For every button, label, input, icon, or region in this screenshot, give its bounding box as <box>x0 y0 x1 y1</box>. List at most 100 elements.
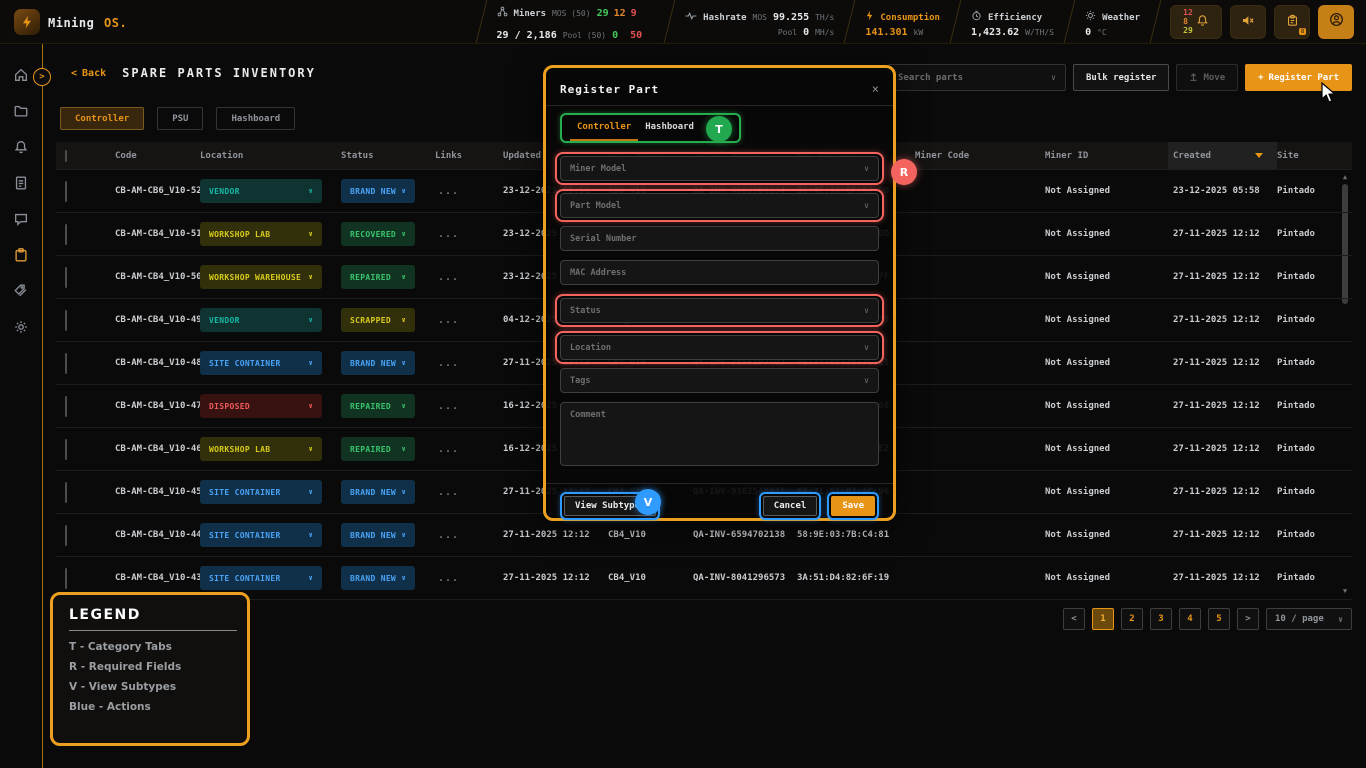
row-checkbox[interactable] <box>65 482 67 503</box>
legend-item: T - Category Tabs <box>69 641 231 653</box>
links-more-button[interactable]: ... <box>435 573 503 584</box>
serial-number: QA-INV-6594702138 <box>693 530 797 540</box>
miners-pool-value: 0 <box>612 30 618 41</box>
part-code: CB-AM-CB4_V10-50 <box>100 272 200 282</box>
back-button[interactable]: < Back <box>71 68 106 79</box>
tab-psu[interactable]: PSU <box>157 107 203 130</box>
select-all-checkbox[interactable] <box>65 150 67 162</box>
column-header-created-sorted[interactable]: Created <box>1168 142 1277 169</box>
account-button[interactable] <box>1318 5 1354 39</box>
row-checkbox[interactable] <box>65 439 67 460</box>
links-more-button[interactable]: ... <box>435 358 503 369</box>
sidebar-item-alerts[interactable] <box>8 134 34 160</box>
site-name: Pintado <box>1277 229 1352 239</box>
close-icon[interactable]: × <box>872 82 879 96</box>
page-button-3[interactable]: 3 <box>1150 608 1172 630</box>
location-select[interactable]: SITE CONTAINER∨ <box>200 523 322 547</box>
next-page-button[interactable]: > <box>1237 608 1259 630</box>
move-button[interactable]: Move <box>1176 64 1238 91</box>
location-select[interactable]: WORKSHOP WAREHOUSE∨ <box>200 265 322 289</box>
row-checkbox[interactable] <box>65 267 67 288</box>
register-part-button[interactable]: + Register Part <box>1245 64 1352 91</box>
serial-number-field[interactable]: Serial Number <box>560 226 879 251</box>
chevron-down-icon: ∨ <box>308 316 313 324</box>
location-field[interactable]: Location∨ <box>560 335 879 360</box>
links-more-button[interactable]: ... <box>435 186 503 197</box>
status-select[interactable]: BRAND NEW∨ <box>341 179 415 203</box>
tab-hashboard[interactable]: Hashboard <box>216 107 295 130</box>
sidebar-toggle-button[interactable]: > <box>33 68 51 86</box>
links-more-button[interactable]: ... <box>435 487 503 498</box>
bulk-register-button[interactable]: Bulk register <box>1073 64 1169 91</box>
save-button[interactable]: Save <box>831 496 875 516</box>
row-checkbox[interactable] <box>65 181 67 202</box>
status-select[interactable]: REPAIRED∨ <box>341 265 415 289</box>
status-select[interactable]: BRAND NEW∨ <box>341 566 415 590</box>
miner-model-field[interactable]: Miner Model∨ <box>560 156 879 181</box>
sidebar-item-folders[interactable] <box>8 98 34 124</box>
location-cell: VENDOR∨ <box>200 179 341 203</box>
links-more-button[interactable]: ... <box>435 315 503 326</box>
notifications-button[interactable]: 12829 <box>1170 5 1222 39</box>
status-select[interactable]: REPAIRED∨ <box>341 394 415 418</box>
status-select[interactable]: BRAND NEW∨ <box>341 523 415 547</box>
location-select[interactable]: VENDOR∨ <box>200 179 322 203</box>
status-select[interactable]: SCRAPPED∨ <box>341 308 415 332</box>
row-checkbox[interactable] <box>65 568 67 589</box>
location-select[interactable]: WORKSHOP LAB∨ <box>200 437 322 461</box>
location-cell: SITE CONTAINER∨ <box>200 480 341 504</box>
chevron-down-icon: ∨ <box>401 445 406 453</box>
site-name: Pintado <box>1277 186 1352 196</box>
sidebar-item-tags[interactable] <box>8 278 34 304</box>
row-select-cell <box>56 526 100 545</box>
part-code: CB-AM-CB4_V10-51 <box>100 229 200 239</box>
row-checkbox[interactable] <box>65 525 67 546</box>
page-button-2[interactable]: 2 <box>1121 608 1143 630</box>
tab-controller[interactable]: Controller <box>60 107 144 130</box>
status-select[interactable]: RECOVERED∨ <box>341 222 415 246</box>
status-select[interactable]: BRAND NEW∨ <box>341 480 415 504</box>
links-more-button[interactable]: ... <box>435 444 503 455</box>
row-checkbox[interactable] <box>65 310 67 331</box>
comment-field[interactable]: Comment <box>560 402 879 466</box>
reports-button[interactable]: 8 <box>1274 5 1310 39</box>
sidebar-item-documents[interactable] <box>8 170 34 196</box>
part-model-field[interactable]: Part Model∨ <box>560 193 879 218</box>
location-select[interactable]: DISPOSED∨ <box>200 394 322 418</box>
location-select[interactable]: SITE CONTAINER∨ <box>200 566 322 590</box>
links-more-button[interactable]: ... <box>435 229 503 240</box>
status-field[interactable]: Status∨ <box>560 298 879 323</box>
location-select[interactable]: VENDOR∨ <box>200 308 322 332</box>
links-more-button[interactable]: ... <box>435 530 503 541</box>
chevron-down-icon: ∨ <box>401 230 406 238</box>
location-select[interactable]: WORKSHOP LAB∨ <box>200 222 322 246</box>
tags-field[interactable]: Tags∨ <box>560 368 879 393</box>
row-checkbox[interactable] <box>65 396 67 417</box>
page-size-select[interactable]: 10 / page∨ <box>1266 608 1352 630</box>
status-select[interactable]: BRAND NEW∨ <box>341 351 415 375</box>
location-select[interactable]: SITE CONTAINER∨ <box>200 351 322 375</box>
modal-tab-controller[interactable]: Controller <box>570 116 638 141</box>
sidebar-item-home[interactable] <box>8 62 34 88</box>
page-button-4[interactable]: 4 <box>1179 608 1201 630</box>
page-button-5[interactable]: 5 <box>1208 608 1230 630</box>
search-parts-input[interactable]: Search parts ∨ <box>888 64 1066 91</box>
chevron-down-icon: ∨ <box>1338 615 1343 624</box>
row-checkbox[interactable] <box>65 353 67 374</box>
status-select[interactable]: REPAIRED∨ <box>341 437 415 461</box>
sidebar-item-inventory[interactable] <box>8 242 34 268</box>
mac-address-field[interactable]: MAC Address <box>560 260 879 285</box>
links-more-button[interactable]: ... <box>435 401 503 412</box>
sidebar-item-messages[interactable] <box>8 206 34 232</box>
prev-page-button[interactable]: < <box>1063 608 1085 630</box>
cancel-button[interactable]: Cancel <box>763 496 818 516</box>
mute-button[interactable] <box>1230 5 1266 39</box>
links-more-button[interactable]: ... <box>435 272 503 283</box>
part-model: CB4_V10 <box>608 573 693 583</box>
created-date: 27-11-2025 12:12 <box>1168 487 1277 497</box>
modal-tab-hashboard[interactable]: Hashboard <box>638 116 701 141</box>
page-button-1[interactable]: 1 <box>1092 608 1114 630</box>
sidebar-item-settings[interactable] <box>8 314 34 340</box>
location-select[interactable]: SITE CONTAINER∨ <box>200 480 322 504</box>
row-checkbox[interactable] <box>65 224 67 245</box>
